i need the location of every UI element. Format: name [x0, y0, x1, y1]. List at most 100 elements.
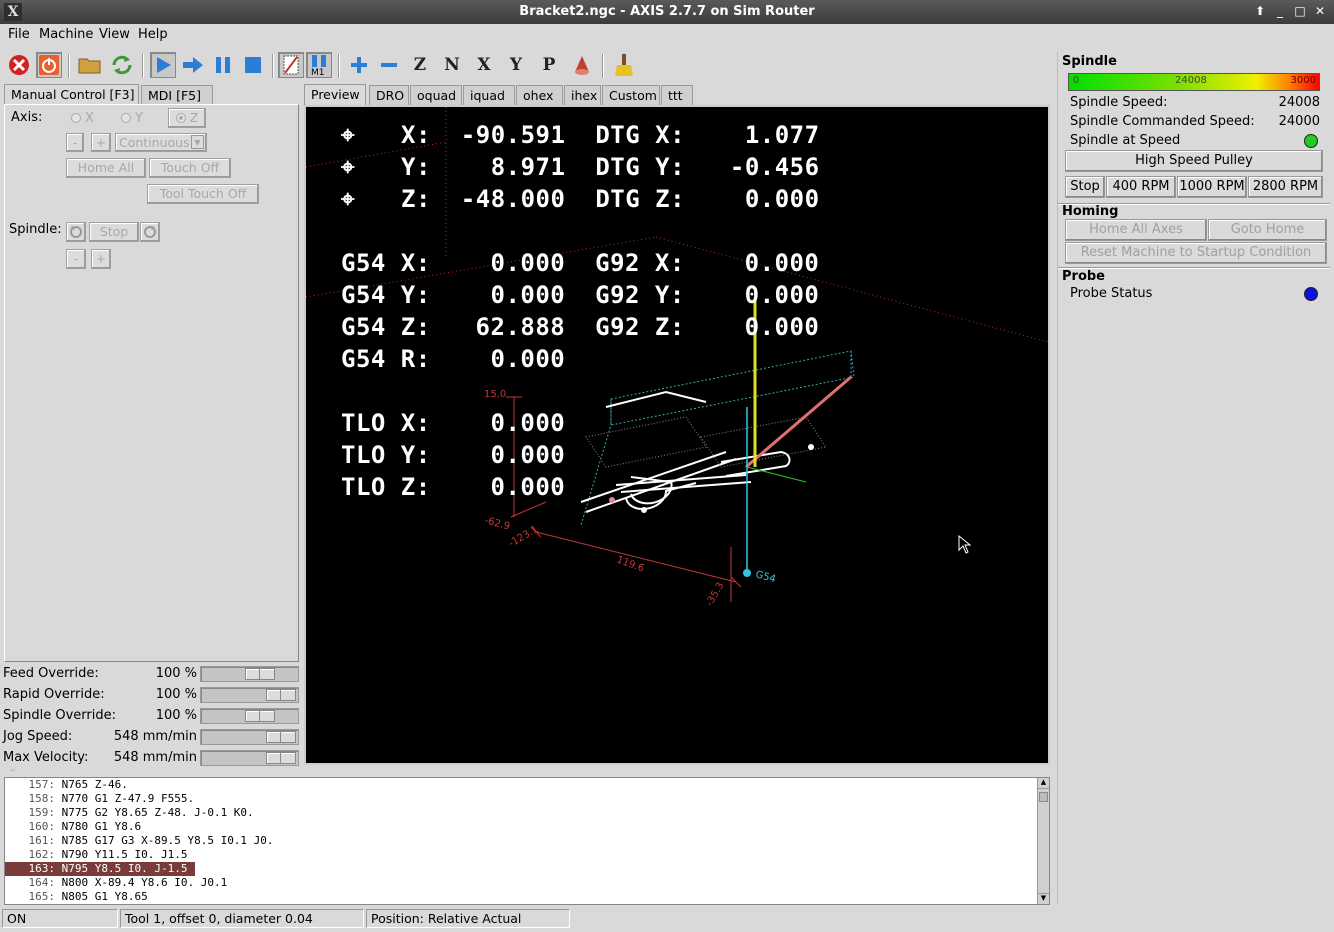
home-all-axes-button[interactable]: Home All Axes — [1065, 219, 1207, 241]
gcode-scrollbar[interactable]: ▲ ▼ — [1037, 778, 1049, 904]
high-speed-pulley-button[interactable]: High Speed Pulley — [1065, 150, 1323, 172]
rapid-override-value: 100 % — [155, 687, 197, 702]
menu-view[interactable]: View — [99, 27, 130, 42]
window-minimize-button[interactable]: _ — [1272, 2, 1288, 20]
gcode-line[interactable]: 165: N805 G1 Y8.65 — [5, 890, 148, 904]
tab-oquad[interactable]: oquad — [410, 85, 462, 105]
jog-mode-select[interactable]: Continuous ▼ — [115, 133, 207, 152]
menu-help[interactable]: Help — [138, 27, 168, 42]
max-velocity-slider[interactable] — [200, 750, 299, 766]
window-maximize-button[interactable]: □ — [1292, 2, 1308, 20]
optional-stop-icon[interactable]: M1 — [306, 52, 332, 78]
tab-ihex[interactable]: ihex — [564, 85, 601, 105]
gcode-line[interactable]: 160: N780 G1 Y8.6 — [5, 820, 142, 834]
feed-override-slider[interactable] — [200, 666, 299, 682]
view-z2-icon[interactable]: N — [439, 52, 465, 78]
tab-custom[interactable]: Custom — [602, 85, 660, 105]
open-file-icon[interactable] — [77, 52, 103, 78]
spindle-minus-button[interactable]: - — [66, 249, 86, 269]
block-delete-icon[interactable] — [278, 52, 304, 78]
tool-touch-off-button[interactable]: Tool Touch Off — [147, 184, 259, 204]
spindle-override-slider[interactable] — [200, 708, 299, 724]
gcode-line-text: N780 G1 Y8.6 — [61, 820, 142, 833]
scroll-up-icon[interactable]: ▲ — [1038, 778, 1049, 789]
tab-preview[interactable]: Preview — [304, 84, 366, 105]
spindle-stop-button[interactable]: Stop — [89, 222, 139, 242]
power-icon[interactable] — [36, 52, 62, 78]
gcode-current-line[interactable]: 163: N795 Y8.5 I0. J-1.5 — [5, 862, 195, 876]
zoom-out-icon[interactable] — [376, 52, 402, 78]
spindle-ccw-icon[interactable] — [66, 222, 86, 242]
gcode-line[interactable]: 157: N765 Z-46. — [5, 778, 128, 792]
slider-thumb[interactable] — [266, 752, 296, 764]
spindle-commanded-row: Spindle Commanded Speed: 24000 — [1070, 114, 1320, 129]
axis-radio-z[interactable]: Z — [168, 108, 206, 128]
tab-mdi[interactable]: MDI [F5] — [141, 85, 213, 105]
pane-divider[interactable]: ⋅⋅ — [4, 766, 1050, 775]
rpm-stop-button[interactable]: Stop — [1065, 176, 1105, 198]
pause-icon[interactable] — [210, 52, 236, 78]
slider-thumb[interactable] — [245, 668, 275, 680]
clear-plot-icon[interactable] — [611, 52, 637, 78]
gcode-line[interactable]: 158: N770 G1 Z-47.9 F555. — [5, 792, 195, 806]
mouse-cursor-icon — [958, 535, 972, 554]
tab-ohex[interactable]: ohex — [516, 85, 563, 105]
rapid-override-slider[interactable] — [200, 687, 299, 703]
rpm-1000-button[interactable]: 1000 RPM — [1177, 176, 1247, 198]
axis-label: Axis: — [11, 110, 43, 125]
zoom-in-icon[interactable] — [346, 52, 372, 78]
gcode-line[interactable]: 164: N800 X-89.4 Y8.6 I0. J0.1 — [5, 876, 228, 890]
gcode-line[interactable]: 161: N785 G17 G3 X-89.5 Y8.5 I0.1 J0. — [5, 834, 274, 848]
view-z-icon[interactable]: Z — [407, 52, 433, 78]
gcode-line-number: 165: — [28, 890, 56, 903]
run-icon[interactable] — [150, 52, 176, 78]
menu-machine[interactable]: Machine — [39, 27, 93, 42]
scroll-down-icon[interactable]: ▼ — [1038, 893, 1049, 904]
gcode-listing[interactable]: 157: N765 Z-46. 158: N770 G1 Z-47.9 F555.… — [4, 777, 1050, 905]
view-y-icon[interactable]: Y — [503, 52, 529, 78]
estop-icon[interactable] — [6, 52, 32, 78]
axis-radio-y[interactable]: Y — [121, 111, 143, 126]
jog-plus-button[interactable]: + — [91, 133, 111, 152]
tab-ttt[interactable]: ttt — [661, 85, 693, 105]
stop-icon[interactable] — [240, 52, 266, 78]
feed-override-row: Feed Override: 100 % — [3, 665, 299, 683]
bar-mid-label: 24008 — [1175, 75, 1207, 86]
home-all-button[interactable]: Home All — [66, 158, 146, 178]
dim-label: 119.6 — [615, 554, 646, 574]
rpm-400-button[interactable]: 400 RPM — [1106, 176, 1176, 198]
gcode-line[interactable]: 159: N775 G2 Y8.65 Z-48. J-0.1 K0. — [5, 806, 254, 820]
jog-speed-slider[interactable] — [200, 729, 299, 745]
position-mode: Position: Relative Actual — [366, 909, 570, 928]
spindle-plus-button[interactable]: + — [91, 249, 111, 269]
jog-minus-button[interactable]: - — [66, 133, 84, 152]
window-up-icon[interactable]: ⬆ — [1252, 2, 1268, 20]
slider-thumb[interactable] — [266, 689, 296, 701]
tab-iquad[interactable]: iquad — [463, 85, 515, 105]
tab-manual-control[interactable]: Manual Control [F3] — [4, 84, 139, 105]
rotate-icon[interactable] — [569, 52, 595, 78]
view-p-icon[interactable]: P — [536, 52, 562, 78]
homing-section-title: Homing — [1062, 204, 1119, 219]
slider-thumb[interactable] — [245, 710, 275, 722]
gcode-line-text: N805 G1 Y8.65 — [61, 890, 148, 903]
title-bar: X Bracket2.ngc - AXIS 2.7.7 on Sim Route… — [0, 0, 1334, 24]
gcode-line[interactable]: 162: N790 Y11.5 I0. J1.5 — [5, 848, 188, 862]
spindle-cw-icon[interactable] — [140, 222, 160, 242]
window-close-button[interactable]: ✕ — [1312, 2, 1328, 20]
menu-file[interactable]: File — [8, 27, 30, 42]
view-x-icon[interactable]: X — [471, 52, 497, 78]
axis-radio-x[interactable]: X — [71, 111, 94, 126]
tab-dro[interactable]: DRO — [369, 85, 409, 105]
spindle-at-speed-row: Spindle at Speed — [1070, 133, 1320, 148]
step-icon[interactable] — [180, 52, 206, 78]
touch-off-button[interactable]: Touch Off — [149, 158, 231, 178]
reset-machine-button[interactable]: Reset Machine to Startup Condition — [1065, 242, 1327, 264]
homed-icon: ⌖ — [341, 121, 356, 149]
goto-home-button[interactable]: Goto Home — [1208, 219, 1327, 241]
slider-thumb[interactable] — [266, 731, 296, 743]
toolpath-preview[interactable]: 15.0 -62.9 -123.1 119.6 -35.3 G54 ⌖ X: -… — [304, 105, 1050, 765]
rpm-2800-button[interactable]: 2800 RPM — [1248, 176, 1323, 198]
reload-icon[interactable] — [109, 52, 135, 78]
scroll-thumb[interactable] — [1039, 792, 1048, 802]
